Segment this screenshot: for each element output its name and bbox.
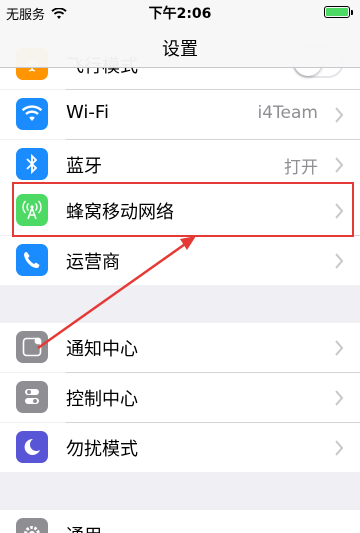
- page-title: 设置: [162, 39, 198, 60]
- nav-bar: 设置: [0, 24, 360, 68]
- annotation-arrow: [37, 236, 196, 350]
